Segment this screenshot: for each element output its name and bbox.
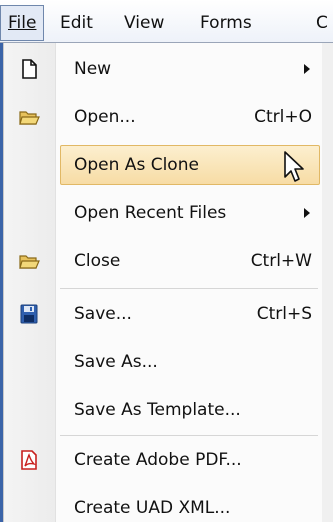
menu-item-new-label: New	[74, 59, 112, 79]
menu-item-open-shortcut: Ctrl+O	[254, 107, 312, 127]
menubar-edit[interactable]: Edit	[60, 6, 93, 40]
close-folder-icon	[19, 255, 40, 269]
menu-item-open-recent-files-label: Open Recent Files	[74, 203, 227, 223]
menu-item-open-label: Open...	[74, 107, 136, 127]
menu-item-create-adobe-pdf[interactable]: Create Adobe PDF...	[4, 436, 322, 484]
menu-item-open-as-clone-label: Open As Clone	[74, 155, 199, 175]
menu-item-open-as-clone[interactable]: Open As Clone	[4, 141, 322, 189]
mouse-pointer-icon	[284, 151, 304, 182]
menu-item-save-as-label: Save As...	[74, 352, 158, 372]
menu-bar: File Edit View Forms C	[0, 0, 333, 43]
menu-item-open-recent-files[interactable]: Open Recent Files	[4, 189, 322, 237]
menubar-partial[interactable]: C	[316, 6, 328, 40]
menu-item-save[interactable]: Save... Ctrl+S	[4, 290, 322, 338]
menu-item-save-shortcut: Ctrl+S	[256, 304, 312, 324]
menu-separator	[60, 288, 318, 289]
menu-item-create-uad-xml-label: Create UAD XML...	[74, 498, 231, 518]
background-area	[322, 43, 333, 522]
open-folder-icon	[19, 111, 40, 125]
menu-item-save-as-template-label: Save As Template...	[74, 400, 241, 420]
menubar-view-label: View	[124, 13, 165, 33]
menu-item-new[interactable]: New	[4, 45, 322, 93]
menu-item-create-uad-xml[interactable]: Create UAD XML...	[4, 484, 322, 522]
menu-item-close-shortcut: Ctrl+W	[250, 251, 312, 271]
adobe-pdf-icon	[21, 450, 37, 470]
save-disk-icon	[20, 304, 38, 324]
menubar-forms-label: Forms	[200, 13, 252, 33]
menu-item-close-label: Close	[74, 251, 121, 271]
file-menu-dropdown: New Open... Ctrl+O Open As Clone Open Re…	[3, 43, 322, 522]
submenu-arrow-icon	[304, 208, 310, 218]
menubar-file-label: File	[8, 13, 37, 33]
menu-item-save-as-template[interactable]: Save As Template...	[4, 386, 322, 434]
new-document-icon	[22, 59, 37, 79]
menubar-file[interactable]: File	[0, 5, 45, 41]
submenu-arrow-icon	[304, 64, 310, 74]
screen: File Edit View Forms C New Open... Ctrl+…	[0, 0, 333, 522]
menu-item-save-label: Save...	[74, 304, 132, 324]
menubar-edit-label: Edit	[60, 13, 93, 33]
menubar-forms[interactable]: Forms	[200, 6, 252, 40]
menu-item-save-as[interactable]: Save As...	[4, 338, 322, 386]
menu-item-close[interactable]: Close Ctrl+W	[4, 237, 322, 285]
menubar-partial-label: C	[316, 13, 328, 33]
menubar-view[interactable]: View	[124, 6, 164, 40]
menu-item-open[interactable]: Open... Ctrl+O	[4, 93, 322, 141]
menu-item-create-adobe-pdf-label: Create Adobe PDF...	[74, 450, 242, 470]
